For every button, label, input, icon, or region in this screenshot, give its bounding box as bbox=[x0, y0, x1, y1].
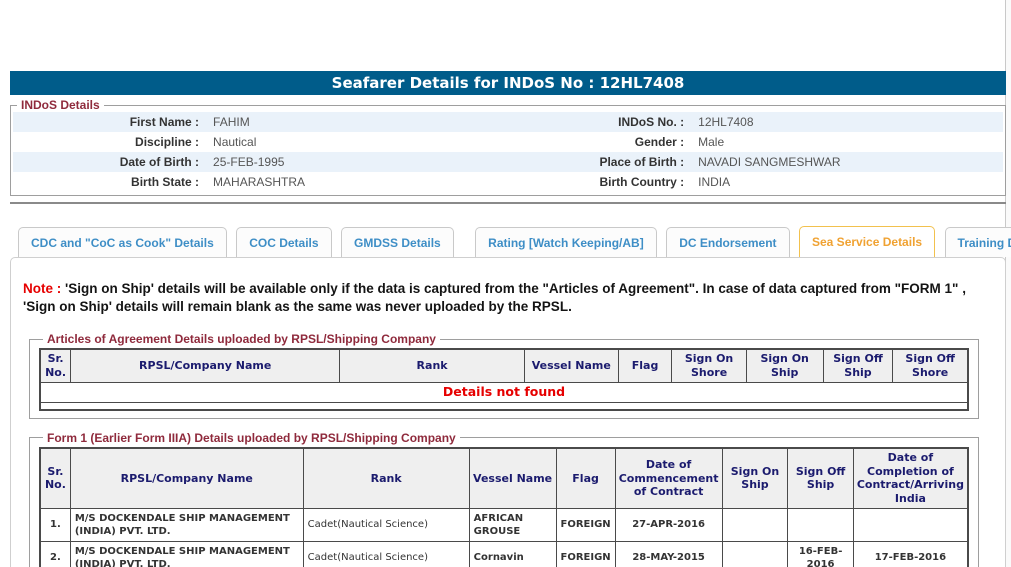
col-vessel-name: Vessel Name bbox=[468, 447, 557, 509]
date-of-birth-value: 25-FEB-1995 bbox=[213, 155, 285, 169]
col-vessel-name: Vessel Name bbox=[523, 348, 619, 383]
birth-country-label: Birth Country : bbox=[599, 175, 685, 189]
page: Seafarer Details for INDoS No : 12HL7408… bbox=[0, 0, 1011, 567]
note-prefix: Note : bbox=[23, 281, 62, 296]
date-of-birth-label: Date of Birth : bbox=[119, 155, 200, 169]
col-sign-off-shore: Sign Off Shore bbox=[892, 348, 969, 383]
completion-date-cell bbox=[852, 507, 969, 542]
empty-result-row: Details not found bbox=[39, 381, 969, 403]
sr-no-cell: 1. bbox=[39, 507, 71, 542]
tab-panel-sea-service: Note : 'Sign on Ship' details will be av… bbox=[10, 257, 1006, 567]
flag-cell: FOREIGN bbox=[555, 540, 616, 567]
articles-of-agreement-section: Articles of Agreement Details uploaded b… bbox=[29, 332, 979, 419]
birth-country-value: INDIA bbox=[698, 175, 731, 189]
tab-rating-watch-keeping[interactable]: Rating [Watch Keeping/AB] bbox=[475, 227, 657, 257]
gender-value: Male bbox=[698, 135, 725, 149]
indos-details-legend: INDoS Details bbox=[21, 98, 100, 112]
col-sign-off-ship: Sign Off Ship bbox=[822, 348, 894, 383]
details-row: Date of Birth : 25-FEB-1995 Place of Bir… bbox=[13, 152, 1003, 172]
details-not-found-message: Details not found bbox=[39, 381, 969, 403]
col-sign-off-ship: Sign Off Ship bbox=[787, 447, 854, 509]
sign-on-ship-note: Note : 'Sign on Ship' details will be av… bbox=[23, 280, 991, 316]
col-flag: Flag bbox=[555, 447, 616, 509]
details-row: Birth State : MAHARASHTRA Birth Country … bbox=[13, 172, 1003, 192]
tab-dc-endorsement[interactable]: DC Endorsement bbox=[666, 227, 790, 257]
place-of-birth-value: NAVADI SANGMESHWAR bbox=[698, 155, 841, 169]
rank-cell: Cadet(Nautical Science) bbox=[302, 507, 470, 542]
completion-date-cell: 17-FEB-2016 bbox=[852, 540, 969, 567]
company-cell: M/S DOCKENDALE SHIP MANAGEMENT (INDIA) P… bbox=[69, 540, 304, 567]
col-sign-on-shore: Sign On Shore bbox=[671, 348, 747, 383]
table-row: 1. M/S DOCKENDALE SHIP MANAGEMENT (INDIA… bbox=[39, 507, 969, 542]
col-sign-on-ship: Sign On Ship bbox=[745, 348, 824, 383]
col-sr-no: Sr. No. bbox=[39, 447, 71, 509]
tab-bar: CDC and "CoC as Cook" Details COC Detail… bbox=[18, 226, 1011, 257]
details-row: Discipline : Nautical Gender : Male bbox=[13, 132, 1003, 152]
table-row: 2. M/S DOCKENDALE SHIP MANAGEMENT (INDIA… bbox=[39, 540, 969, 567]
col-sr-no: Sr. No. bbox=[39, 348, 72, 383]
first-name-label: First Name : bbox=[129, 115, 200, 129]
col-rpsl-company-name: RPSL/Company Name bbox=[70, 348, 341, 383]
col-rpsl-company-name: RPSL/Company Name bbox=[69, 447, 304, 509]
articles-of-agreement-legend: Articles of Agreement Details uploaded b… bbox=[47, 332, 436, 347]
tab-sea-service-details[interactable]: Sea Service Details bbox=[799, 226, 936, 257]
vessel-cell: Cornavin bbox=[468, 540, 557, 567]
sign-on-ship-cell bbox=[721, 507, 789, 542]
table-header-row: Sr. No. RPSL/Company Name Rank Vessel Na… bbox=[39, 447, 969, 509]
table-header-row: Sr. No. RPSL/Company Name Rank Vessel Na… bbox=[39, 348, 969, 383]
note-text: 'Sign on Ship' details will be available… bbox=[23, 281, 966, 315]
indos-details-section: INDoS Details First Name : FAHIM INDoS N… bbox=[10, 98, 1006, 196]
tab-training-details[interactable]: Training Details bbox=[944, 227, 1011, 257]
indos-no-value: 12HL7408 bbox=[698, 115, 754, 129]
company-cell: M/S DOCKENDALE SHIP MANAGEMENT (INDIA) P… bbox=[69, 507, 304, 542]
form1-section: Form 1 (Earlier Form IIIA) Details uploa… bbox=[29, 430, 979, 567]
content-area: Seafarer Details for INDoS No : 12HL7408… bbox=[10, 0, 1011, 567]
articles-of-agreement-table: Sr. No. RPSL/Company Name Rank Vessel Na… bbox=[39, 348, 969, 411]
sign-off-ship-cell: 16-FEB-2016 bbox=[787, 540, 854, 567]
discipline-value: Nautical bbox=[213, 135, 257, 149]
col-date-of-completion: Date of Completion of Contract/Arriving … bbox=[852, 447, 969, 509]
tab-gmdss-details[interactable]: GMDSS Details bbox=[341, 227, 454, 257]
rank-cell: Cadet(Nautical Science) bbox=[302, 540, 470, 567]
birth-state-label: Birth State : bbox=[131, 175, 200, 189]
form1-legend: Form 1 (Earlier Form IIIA) Details uploa… bbox=[47, 430, 456, 445]
birth-state-value: MAHARASHTRA bbox=[213, 175, 306, 189]
sr-no-cell: 2. bbox=[39, 540, 71, 567]
place-of-birth-label: Place of Birth : bbox=[599, 155, 685, 169]
page-title: Seafarer Details for INDoS No : 12HL7408 bbox=[10, 71, 1006, 95]
sign-on-ship-cell bbox=[721, 540, 789, 567]
vessel-cell: AFRICAN GROUSE bbox=[468, 507, 557, 542]
first-name-value: FAHIM bbox=[213, 115, 250, 129]
spacer-row bbox=[39, 401, 969, 411]
indos-details-table: First Name : FAHIM INDoS No. : 12HL7408 … bbox=[13, 112, 1003, 192]
gender-label: Gender : bbox=[634, 135, 685, 149]
sign-off-ship-cell bbox=[787, 507, 854, 542]
section-divider bbox=[10, 202, 1006, 204]
col-date-of-commencement: Date of Commencement of Contract bbox=[614, 447, 723, 509]
col-sign-on-ship: Sign On Ship bbox=[721, 447, 789, 509]
tab-cdc-coc-cook-details[interactable]: CDC and "CoC as Cook" Details bbox=[18, 227, 227, 257]
col-rank: Rank bbox=[302, 447, 470, 509]
commencement-date-cell: 27-APR-2016 bbox=[614, 507, 723, 542]
indos-no-label: INDoS No. : bbox=[618, 115, 685, 129]
flag-cell: FOREIGN bbox=[555, 507, 616, 542]
commencement-date-cell: 28-MAY-2015 bbox=[614, 540, 723, 567]
discipline-label: Discipline : bbox=[135, 135, 200, 149]
col-rank: Rank bbox=[339, 348, 525, 383]
tab-coc-details[interactable]: COC Details bbox=[236, 227, 332, 257]
details-row: First Name : FAHIM INDoS No. : 12HL7408 bbox=[13, 112, 1003, 132]
col-flag: Flag bbox=[617, 348, 673, 383]
form1-table: Sr. No. RPSL/Company Name Rank Vessel Na… bbox=[39, 446, 969, 567]
